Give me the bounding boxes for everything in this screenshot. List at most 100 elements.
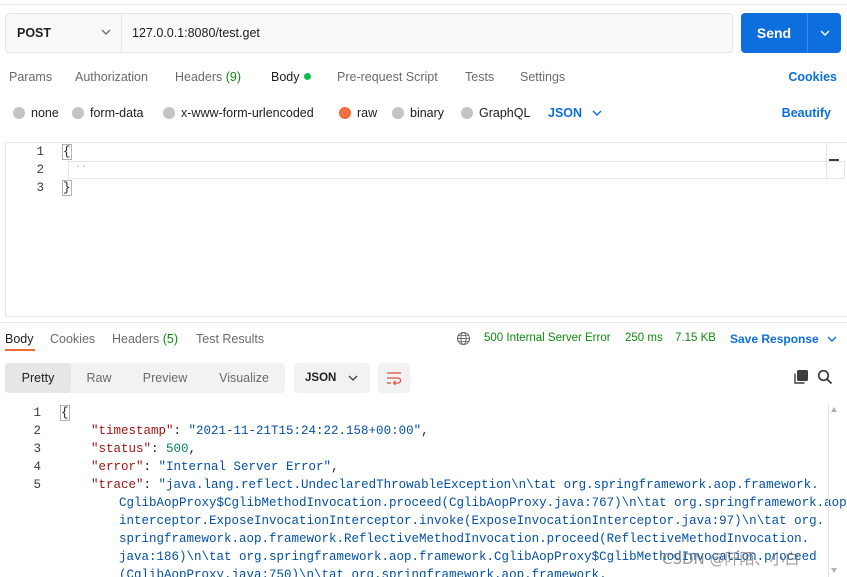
wrap-lines-icon bbox=[387, 372, 402, 385]
raw-format-select[interactable]: JSON bbox=[548, 106, 602, 120]
code-line: { bbox=[62, 144, 72, 160]
tab-headers-label: Headers bbox=[175, 70, 223, 84]
line-number: 3 bbox=[33, 442, 41, 456]
pane-divider[interactable] bbox=[0, 322, 847, 323]
copy-icon[interactable] bbox=[793, 369, 809, 385]
scroll-down-arrow[interactable] bbox=[831, 568, 837, 573]
globe-icon[interactable] bbox=[456, 331, 471, 346]
save-response-label: Save Response bbox=[730, 332, 819, 346]
method-label: POST bbox=[17, 26, 52, 40]
tab-response-cookies[interactable]: Cookies bbox=[50, 332, 95, 346]
tab-params[interactable]: Params bbox=[9, 70, 52, 84]
tab-headers[interactable]: Headers (9) bbox=[175, 70, 241, 84]
watermark: CSDN @阡陌、小白 bbox=[662, 550, 800, 568]
url-text: 127.0.0.1:8080/test.get bbox=[132, 26, 260, 40]
radio-raw[interactable]: raw bbox=[339, 106, 377, 120]
chevron-down-icon bbox=[827, 336, 837, 342]
tab-response-headers-label: Headers bbox=[112, 332, 160, 346]
code-line: "error": "Internal Server Error", bbox=[91, 460, 339, 474]
radio-circle bbox=[163, 107, 175, 119]
json-string-value: "2021-11-21T15:24:22.158+00:00" bbox=[188, 424, 422, 438]
response-format-select[interactable]: JSON bbox=[294, 363, 370, 393]
code-line-wrapped: springframework.aop.framework.Reflective… bbox=[119, 532, 810, 546]
json-key: "timestamp" bbox=[91, 424, 174, 438]
status-code[interactable]: 500 Internal Server Error bbox=[484, 332, 611, 344]
view-visualize-button[interactable]: Visualize bbox=[203, 363, 285, 393]
line-number: 1 bbox=[33, 406, 41, 420]
url-input[interactable]: 127.0.0.1:8080/test.get bbox=[122, 14, 732, 52]
view-pretty-button[interactable]: Pretty bbox=[5, 363, 71, 393]
radio-graphql[interactable]: GraphQL bbox=[461, 106, 530, 120]
view-preview-button[interactable]: Preview bbox=[127, 363, 203, 393]
radio-label: none bbox=[31, 106, 59, 120]
raw-format-label: JSON bbox=[548, 106, 583, 120]
json-string-value: "Internal Server Error" bbox=[158, 460, 332, 474]
radio-none[interactable]: none bbox=[13, 106, 59, 120]
code-line-wrapped: CglibAopProxy$CglibMethodInvocation.proc… bbox=[119, 496, 847, 510]
request-tabs: Params Authorization Headers (9) Body Pr… bbox=[0, 62, 847, 92]
line-number: 4 bbox=[33, 460, 41, 474]
view-raw-button[interactable]: Raw bbox=[71, 363, 127, 393]
scroll-up-arrow[interactable] bbox=[831, 407, 837, 412]
chevron-down-icon bbox=[592, 110, 602, 116]
code-line: "timestamp": "2021-11-21T15:24:22.158+00… bbox=[91, 424, 429, 438]
search-icon[interactable] bbox=[817, 369, 833, 385]
response-time[interactable]: 250 ms bbox=[625, 332, 663, 344]
cookies-link[interactable]: Cookies bbox=[788, 70, 837, 84]
chevron-down-icon bbox=[348, 375, 358, 381]
tab-settings[interactable]: Settings bbox=[520, 70, 565, 84]
json-key: "error" bbox=[91, 460, 144, 474]
code-line-wrapped: interceptor.ExposeInvocationInterceptor.… bbox=[119, 514, 825, 528]
response-headers-count: (5) bbox=[162, 332, 179, 346]
line-number: 2 bbox=[36, 163, 44, 177]
radio-circle bbox=[392, 107, 404, 119]
radio-label: form-data bbox=[90, 106, 144, 120]
editor-scrollbar[interactable] bbox=[826, 143, 840, 316]
chevron-down-icon bbox=[101, 29, 111, 35]
json-key: "trace" bbox=[91, 478, 144, 492]
chevron-down-icon bbox=[820, 30, 829, 36]
code-line: } bbox=[62, 180, 72, 196]
tab-body[interactable]: Body bbox=[271, 70, 311, 84]
code-line: "trace": "java.lang.reflect.UndeclaredTh… bbox=[91, 478, 819, 492]
json-key: "status" bbox=[91, 442, 152, 456]
url-bar: POST 127.0.0.1:8080/test.get bbox=[5, 13, 733, 53]
response-size[interactable]: 7.15 KB bbox=[675, 332, 716, 344]
code-line-wrapped: (CglibAopProxy.java:750)\n\tat org.sprin… bbox=[119, 568, 607, 577]
line-number: 2 bbox=[33, 424, 41, 438]
tab-prerequest-script[interactable]: Pre-request Script bbox=[337, 70, 438, 84]
response-tabs: Body Cookies Headers (5) Test Results 50… bbox=[0, 328, 847, 352]
json-string-value: "java.lang.reflect.UndeclaredThrowableEx… bbox=[158, 478, 819, 492]
tab-test-results[interactable]: Test Results bbox=[196, 332, 264, 346]
method-select[interactable]: POST bbox=[6, 14, 122, 52]
scrollbar-marker bbox=[829, 159, 839, 161]
save-response-button[interactable]: Save Response bbox=[730, 332, 837, 346]
radio-binary[interactable]: binary bbox=[392, 106, 444, 120]
send-button-group: Send bbox=[741, 13, 841, 53]
radio-circle bbox=[72, 107, 84, 119]
tab-authorization[interactable]: Authorization bbox=[75, 70, 148, 84]
request-body-editor[interactable]: 1 2 3 { ·· } bbox=[5, 142, 847, 317]
tab-body-label: Body bbox=[271, 70, 300, 84]
radio-label: binary bbox=[410, 106, 445, 120]
response-scrollbar[interactable] bbox=[828, 404, 838, 577]
code-line: "status": 500, bbox=[91, 442, 197, 456]
send-button[interactable]: Send bbox=[741, 13, 808, 53]
code-line: { bbox=[60, 405, 70, 421]
body-indicator-dot bbox=[303, 73, 311, 80]
tab-response-headers[interactable]: Headers (5) bbox=[112, 332, 178, 346]
radio-x-www-form-urlencoded[interactable]: x-www-form-urlencoded bbox=[163, 106, 314, 120]
tab-response-body[interactable]: Body bbox=[5, 332, 34, 346]
radio-label: x-www-form-urlencoded bbox=[181, 106, 314, 120]
top-divider bbox=[0, 0, 847, 5]
wrap-lines-button[interactable] bbox=[378, 363, 410, 393]
radio-circle bbox=[461, 107, 473, 119]
beautify-button[interactable]: Beautify bbox=[782, 106, 831, 120]
response-format-label: JSON bbox=[305, 372, 337, 384]
headers-count: (9) bbox=[225, 70, 242, 84]
send-options-button[interactable] bbox=[808, 13, 841, 53]
tab-tests[interactable]: Tests bbox=[465, 70, 494, 84]
line-number: 3 bbox=[36, 181, 44, 195]
radio-form-data[interactable]: form-data bbox=[72, 106, 144, 120]
active-tab-underline bbox=[5, 349, 35, 351]
